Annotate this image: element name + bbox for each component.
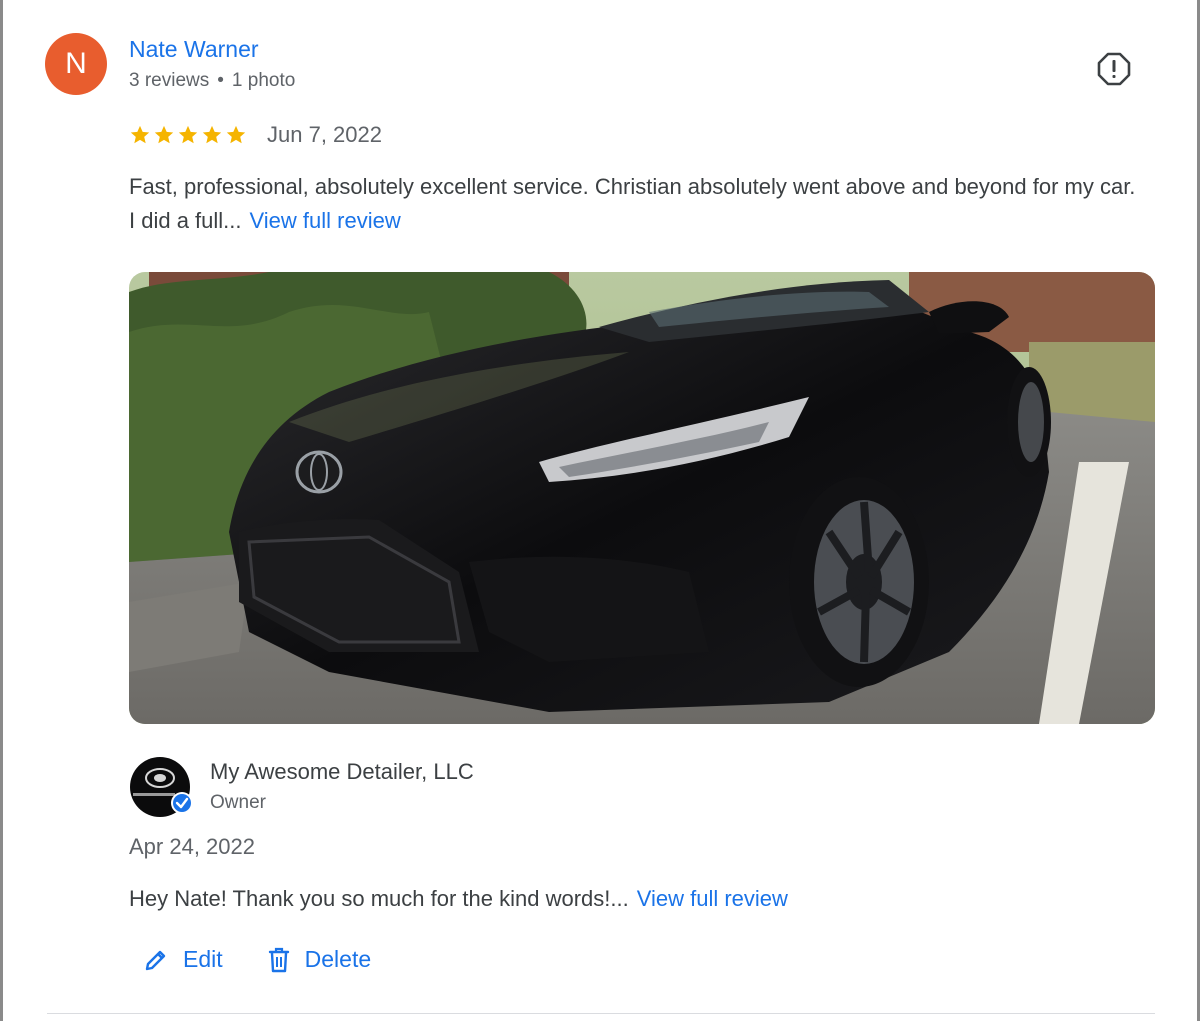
car-photo-image — [129, 272, 1155, 724]
star-rating — [129, 124, 247, 146]
star-icon — [202, 125, 222, 144]
star-icon — [130, 125, 150, 144]
reviews-count: 3 reviews — [129, 70, 210, 91]
edit-label: Edit — [183, 946, 223, 972]
meta-separator: • — [217, 70, 224, 91]
reviewer-name-link[interactable]: Nate Warner — [129, 36, 259, 63]
owner-response-body: Hey Nate! Thank you so much for the kind… — [129, 886, 629, 911]
reviewer-meta: 3 reviews • 1 photo — [129, 70, 295, 92]
report-icon — [1097, 52, 1131, 86]
photos-count: 1 photo — [231, 70, 296, 91]
response-actions: Edit Delete — [143, 946, 371, 973]
reviewer-avatar[interactable]: N — [45, 33, 107, 95]
view-full-review-link[interactable]: View full review — [250, 208, 401, 233]
review-divider — [47, 1013, 1155, 1014]
delete-button[interactable]: Delete — [267, 946, 371, 973]
owner-avatar[interactable] — [129, 756, 193, 818]
review-text: Fast, professional, absolutely excellent… — [129, 170, 1139, 238]
owner-role: Owner — [210, 792, 266, 813]
report-review-button[interactable] — [1095, 50, 1133, 88]
star-icon — [154, 125, 174, 144]
edit-button[interactable]: Edit — [143, 946, 223, 973]
pencil-icon — [145, 950, 166, 970]
delete-label: Delete — [304, 946, 372, 972]
owner-response-text: Hey Nate! Thank you so much for the kind… — [129, 886, 788, 912]
reviewer-initial: N — [65, 47, 87, 80]
business-logo-icon — [130, 757, 193, 817]
review-date: Jun 7, 2022 — [267, 122, 382, 147]
review-card: N Nate Warner 3 reviews • 1 photo Jun 7,… — [0, 0, 1200, 1021]
rating-row: Jun 7, 2022 — [129, 122, 382, 148]
trash-icon — [268, 947, 289, 972]
owner-view-full-review-link[interactable]: View full review — [637, 886, 788, 911]
star-icon — [178, 125, 198, 144]
star-icon — [226, 125, 246, 144]
owner-response-date: Apr 24, 2022 — [129, 834, 255, 859]
owner-business-name: My Awesome Detailer, LLC — [210, 759, 474, 784]
review-photo[interactable] — [129, 272, 1155, 724]
